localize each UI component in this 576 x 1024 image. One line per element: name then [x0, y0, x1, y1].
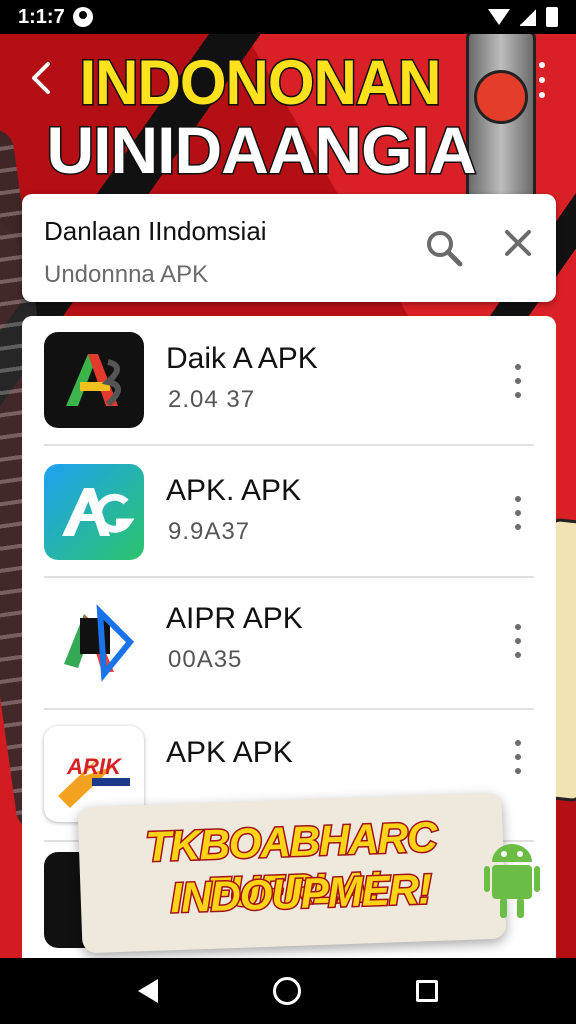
status-bar: 1:1:7	[0, 0, 576, 34]
app-name: APK APK	[166, 736, 293, 769]
promo-banner[interactable]: TKBOABHARC FUFRLA! INDOUPMER!	[77, 792, 507, 954]
item-menu-button[interactable]	[508, 364, 528, 398]
home-icon[interactable]	[272, 977, 301, 1005]
search-icon[interactable]	[424, 228, 464, 268]
list-item[interactable]: APK. APK 9.9A37	[22, 448, 556, 578]
divider	[44, 444, 534, 446]
close-icon[interactable]	[498, 226, 538, 266]
app-name: Daik A APK	[166, 342, 318, 375]
app-meta: 00A35	[168, 646, 243, 673]
dark-a-app-icon	[44, 332, 144, 428]
divider	[44, 576, 534, 578]
arik-logo-text: ARIK	[66, 754, 123, 779]
signal-icon	[520, 8, 536, 26]
banner-title-line1: INDONONAN	[78, 46, 443, 119]
recents-icon[interactable]	[416, 980, 439, 1002]
status-time: 1:1:7	[18, 5, 65, 28]
aipr-app-icon	[44, 594, 144, 690]
search-card[interactable]: Danlaan IIndomsiai Undonnna APK	[22, 194, 556, 302]
app-meta: 2.04 37	[168, 386, 256, 413]
item-menu-button[interactable]	[508, 740, 528, 774]
notification-icon	[72, 7, 93, 27]
promo-line2: INDOUPMER!	[168, 864, 433, 923]
divider	[44, 708, 534, 710]
list-item[interactable]: AIPR APK 00A35	[22, 580, 556, 710]
item-menu-button[interactable]	[508, 496, 528, 530]
app-name: AIPR APK	[166, 602, 303, 635]
list-item[interactable]: Daik A APK 2.04 37	[22, 316, 556, 446]
item-menu-button[interactable]	[508, 624, 528, 658]
back-arrow-icon	[32, 62, 50, 94]
app-meta: 9.9A37	[168, 518, 251, 545]
navigation-bar	[0, 958, 576, 1024]
app-name: APK. APK	[166, 474, 302, 507]
banner-title-line2: UINIDAANGIA	[45, 112, 478, 189]
ag-app-icon	[44, 464, 144, 560]
background-badge	[474, 70, 528, 124]
wifi-icon	[488, 9, 510, 25]
back-icon[interactable]	[137, 979, 158, 1003]
overflow-menu-button[interactable]	[532, 62, 552, 98]
android-robot-icon	[484, 832, 540, 922]
battery-icon	[546, 7, 558, 27]
